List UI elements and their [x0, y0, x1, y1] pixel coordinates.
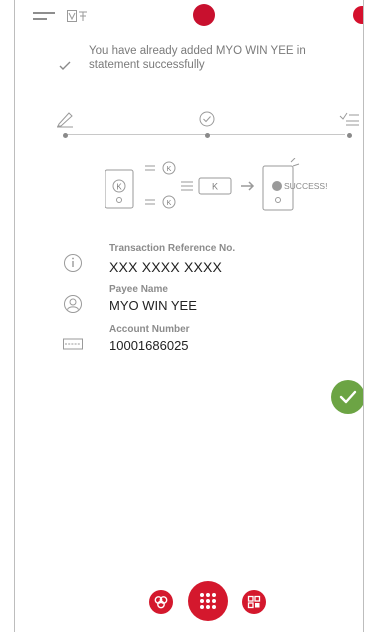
detail-payee-name: Payee Name MYO WIN YEE — [15, 284, 363, 328]
detail-account-number: Account Number 10001686025 — [15, 324, 363, 368]
account-number-icon — [63, 338, 83, 350]
svg-text:K: K — [167, 200, 172, 207]
cards-icon — [154, 596, 168, 609]
success-toast: You have already added MYO WIN YEE in st… — [59, 44, 349, 88]
svg-text:K: K — [167, 166, 172, 173]
nav-right-button[interactable] — [242, 590, 266, 614]
svg-text:K: K — [116, 183, 122, 192]
transaction-reference-label: Transaction Reference No. — [109, 243, 236, 254]
progress-stepper — [15, 108, 363, 142]
toast-message: You have already added MYO WIN YEE in st… — [89, 45, 306, 71]
payee-name-value: MYO WIN YEE — [109, 298, 197, 313]
step-edit — [53, 110, 77, 142]
pencil-icon — [57, 112, 73, 128]
language-icon[interactable] — [67, 10, 89, 25]
nav-left-button[interactable] — [149, 590, 173, 614]
info-icon — [64, 254, 82, 272]
checkmark-icon — [339, 390, 357, 404]
done-button[interactable] — [331, 380, 363, 414]
top-bar — [15, 0, 363, 26]
detail-transaction-reference: Transaction Reference No. XXX XXXX XXXX — [15, 243, 363, 287]
verify-badge-icon — [199, 111, 215, 127]
transaction-reference-value: XXX XXXX XXXX — [109, 259, 223, 275]
success-check-icon — [272, 181, 282, 191]
app-screen: You have already added MYO WIN YEE in st… — [14, 0, 364, 632]
check-icon — [59, 58, 71, 74]
step-verify — [195, 110, 219, 142]
arrow-right-icon — [241, 181, 255, 191]
payee-name-label: Payee Name — [109, 284, 168, 295]
svg-text:SUCCESS!: SUCCESS! — [284, 181, 327, 191]
bank-logo-icon — [193, 4, 215, 26]
qr-code-icon — [247, 595, 261, 609]
notification-icon[interactable] — [353, 6, 363, 24]
account-number-label: Account Number — [109, 324, 190, 335]
bottom-navigation — [15, 578, 363, 624]
menu-icon[interactable] — [33, 12, 55, 22]
svg-text:K: K — [212, 182, 218, 192]
user-icon — [64, 295, 82, 313]
main-menu-button[interactable] — [188, 581, 228, 621]
account-number-value: 10001686025 — [109, 338, 189, 353]
grid-menu-icon — [200, 593, 216, 609]
transfer-success-illustration: K K K K SUCCESS! — [105, 158, 327, 211]
step-confirm — [337, 110, 361, 142]
list-check-icon — [339, 112, 359, 126]
